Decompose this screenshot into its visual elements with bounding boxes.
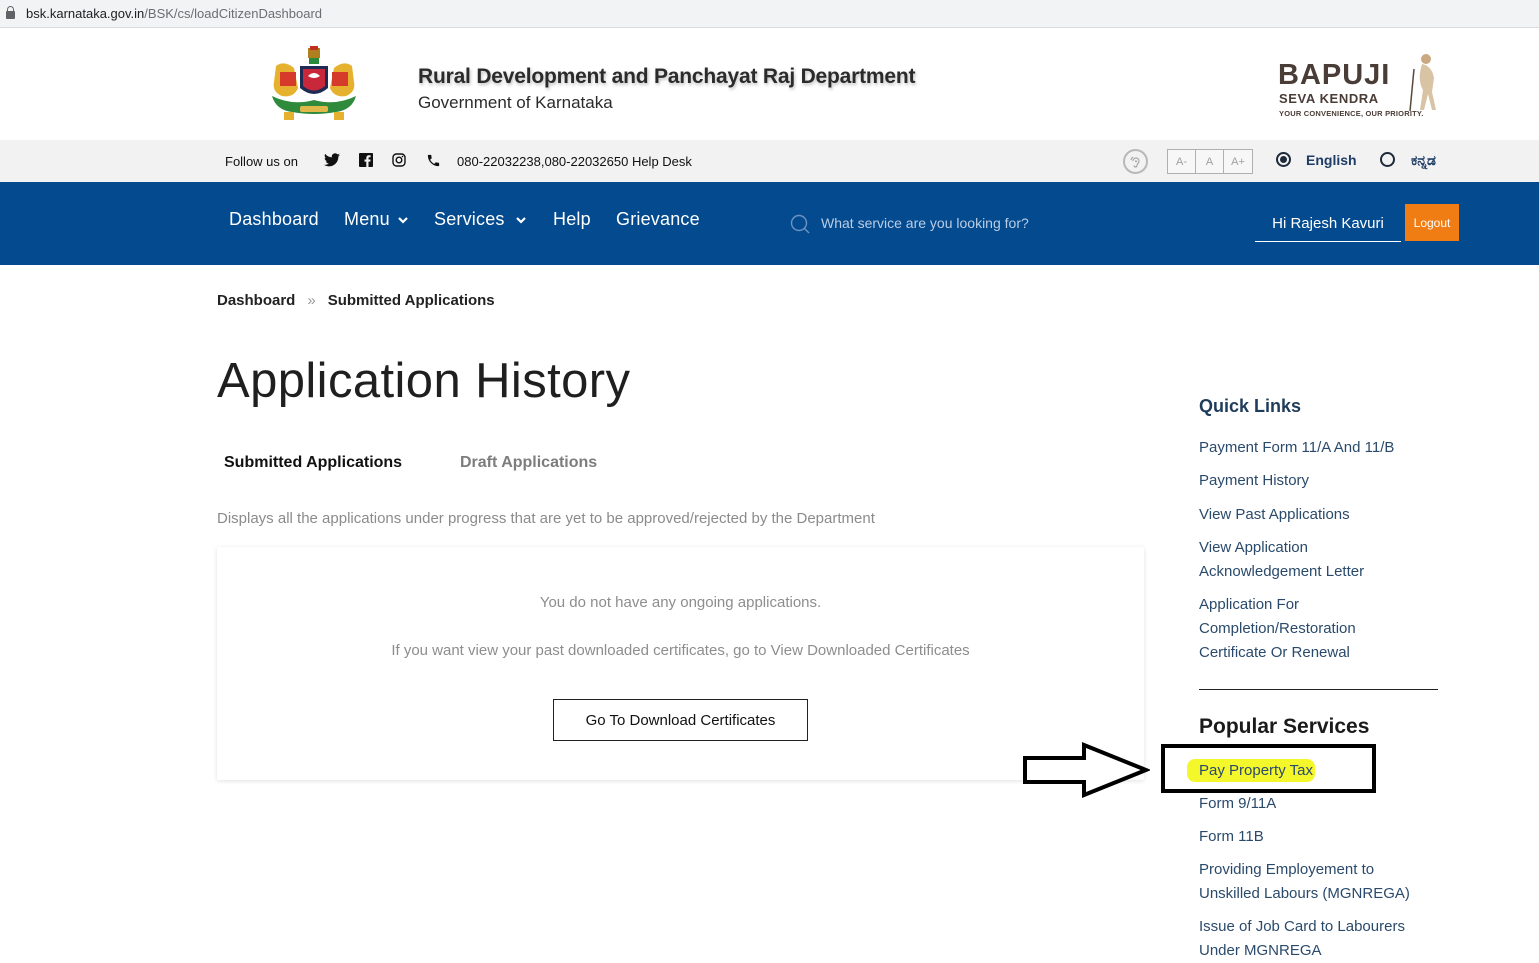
nav-dashboard-label: Dashboard: [229, 209, 319, 229]
browser-address-bar[interactable]: bsk.karnataka.gov.in/BSK/cs/loadCitizenD…: [0, 0, 1539, 28]
font-decrease-button[interactable]: A-: [1168, 150, 1196, 173]
logo-tagline: YOUR CONVENIENCE, OUR PRIORITY.: [1279, 109, 1424, 118]
breadcrumb-dashboard[interactable]: Dashboard: [217, 292, 295, 309]
breadcrumb: Dashboard » Submitted Applications: [217, 292, 495, 309]
nav-grievance-label: Grievance: [616, 209, 700, 229]
breadcrumb-current: Submitted Applications: [327, 292, 495, 309]
chevron-down-icon: [515, 216, 526, 224]
sidebar-divider: [1199, 689, 1438, 690]
gandhi-figure-icon: [1409, 54, 1436, 112]
screen-reader-icon[interactable]: [1123, 149, 1148, 174]
utility-bar: Follow us on 080-22032238,080-22032650 H…: [0, 140, 1539, 182]
tab-draft-applications[interactable]: Draft Applications: [460, 454, 597, 472]
english-label[interactable]: English: [1306, 152, 1357, 168]
quick-link-payment-form[interactable]: Payment Form 11/A And 11/B: [1199, 436, 1439, 460]
tab-description: Displays all the applications under prog…: [217, 510, 875, 527]
popular-services-title: Popular Services: [1199, 715, 1370, 738]
nav-dashboard[interactable]: Dashboard: [229, 209, 319, 230]
site-header: Rural Development and Panchayat Raj Depa…: [0, 31, 1539, 140]
search-icon: [790, 214, 810, 234]
logo-line2: SEVA KENDRA: [1279, 91, 1379, 106]
url-host: bsk.karnataka.gov.in: [26, 6, 145, 21]
quick-link-acknowledgement-letter[interactable]: View Application Acknowledgement Letter: [1199, 536, 1399, 584]
bapuji-seva-kendra-logo: BAPUJI SEVA KENDRA YOUR CONVENIENCE, OUR…: [1278, 49, 1443, 121]
page-title: Application History: [217, 354, 631, 408]
certificates-hint: If you want view your past downloaded ce…: [391, 642, 970, 659]
department-subtitle: Government of Karnataka: [418, 93, 613, 112]
popular-service-job-card[interactable]: Issue of Job Card to Labourers Under MGN…: [1199, 915, 1429, 963]
department-title: Rural Development and Panchayat Raj Depa…: [418, 65, 916, 88]
karnataka-emblem-icon: [272, 46, 356, 120]
font-reset-button[interactable]: A: [1196, 150, 1224, 173]
follow-us-label: Follow us on: [225, 154, 298, 169]
main-navbar: Dashboard Menu Services Help Grievance H…: [0, 182, 1539, 265]
go-to-download-certificates-button[interactable]: Go To Download Certificates: [553, 699, 808, 741]
nav-services[interactable]: Services: [434, 209, 527, 230]
nav-grievance[interactable]: Grievance: [616, 209, 700, 230]
annotation-arrow-icon: [1023, 742, 1150, 798]
nav-services-label: Services: [434, 209, 505, 229]
chevron-down-icon: [398, 216, 408, 224]
kannada-label[interactable]: ಕನ್ನಡ: [1411, 152, 1436, 169]
nav-menu[interactable]: Menu: [344, 209, 409, 230]
breadcrumb-separator: »: [307, 292, 316, 309]
applications-card: You do not have any ongoing applications…: [217, 547, 1144, 780]
popular-service-form-11b[interactable]: Form 11B: [1199, 825, 1439, 849]
kannada-radio[interactable]: [1380, 152, 1395, 167]
nav-help[interactable]: Help: [553, 209, 591, 230]
facebook-icon[interactable]: [358, 152, 374, 168]
font-increase-button[interactable]: A+: [1224, 150, 1252, 173]
logout-button[interactable]: Logout: [1405, 204, 1459, 241]
quick-links-title: Quick Links: [1199, 396, 1302, 416]
quick-link-view-past-applications[interactable]: View Past Applications: [1199, 503, 1439, 527]
url-path: /BSK/cs/loadCitizenDashboard: [144, 6, 323, 21]
service-search-input[interactable]: [814, 210, 1234, 236]
english-radio[interactable]: [1276, 152, 1291, 167]
annotation-highlight-box: [1161, 744, 1376, 793]
quick-link-payment-history[interactable]: Payment History: [1199, 469, 1439, 493]
font-size-controls: A- A A+: [1167, 149, 1253, 174]
instagram-icon[interactable]: [391, 152, 407, 168]
lock-icon: [6, 6, 15, 19]
twitter-icon[interactable]: [324, 152, 340, 168]
tab-submitted-applications[interactable]: Submitted Applications: [224, 454, 402, 472]
quick-link-completion-certificate[interactable]: Application For Completion/Restoration C…: [1199, 593, 1384, 665]
nav-menu-label: Menu: [344, 209, 390, 229]
helpdesk-numbers: 080-22032238,080-22032650 Help Desk: [457, 154, 692, 169]
phone-icon: [425, 152, 441, 168]
popular-service-form-9-11a[interactable]: Form 9/11A: [1199, 792, 1439, 816]
logo-line1: BAPUJI: [1278, 59, 1391, 91]
nav-help-label: Help: [553, 209, 591, 229]
empty-state-message: You do not have any ongoing applications…: [539, 594, 822, 611]
user-greeting[interactable]: Hi Rajesh Kavuri: [1255, 208, 1401, 242]
popular-service-mgnrega-employment[interactable]: Providing Employement to Unskilled Labou…: [1199, 858, 1434, 906]
